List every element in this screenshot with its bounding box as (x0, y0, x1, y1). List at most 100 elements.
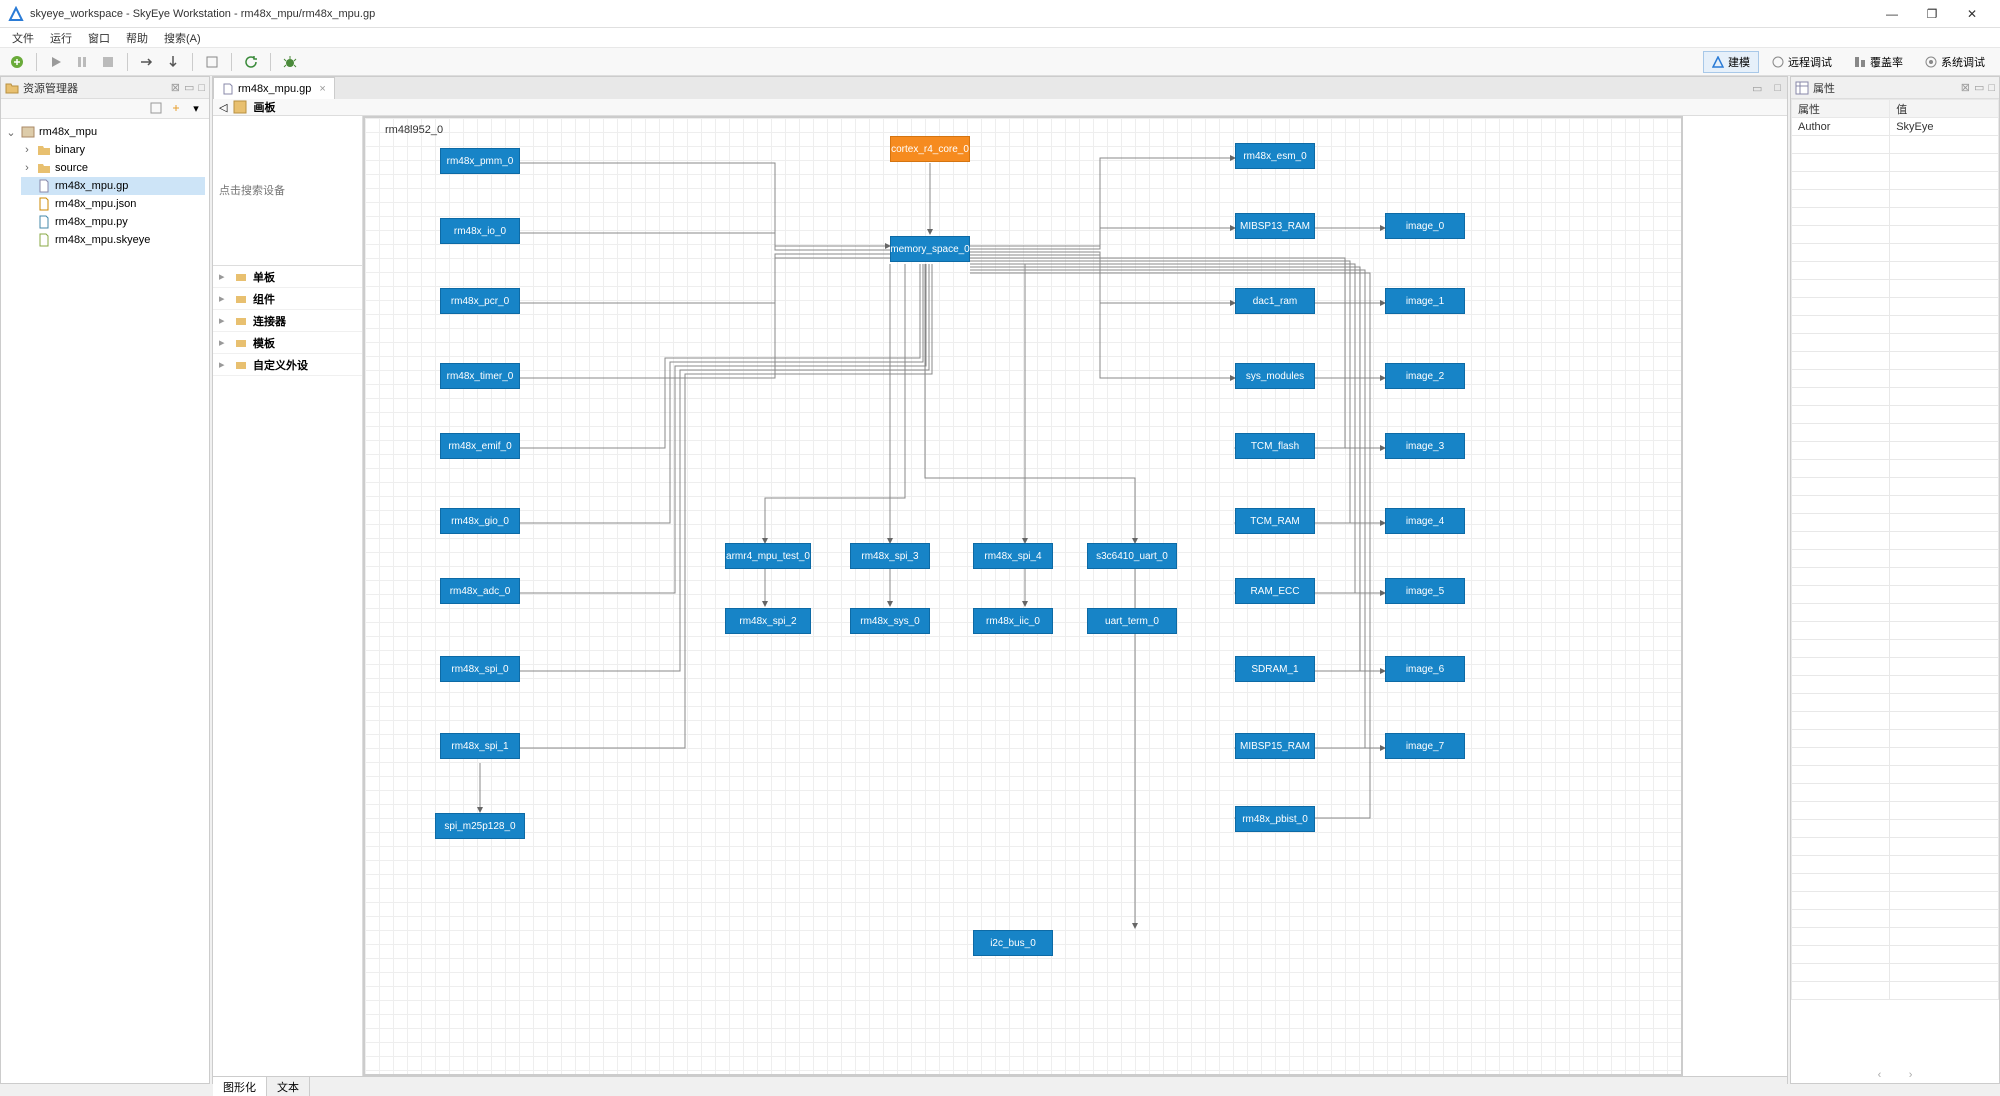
canvas-tool-icon[interactable] (233, 100, 247, 114)
palette-template[interactable]: ▸模板 (213, 332, 362, 354)
tree-file-skyeye[interactable]: rm48x_mpu.skyeye (21, 231, 205, 249)
node-emif[interactable]: rm48x_emif_0 (440, 433, 520, 459)
property-row[interactable]: AuthorSkyEye (1792, 118, 1999, 136)
link-editor-icon[interactable] (167, 99, 185, 117)
node-img4[interactable]: image_4 (1385, 508, 1465, 534)
tree-root[interactable]: ⌄ rm48x_mpu (5, 123, 205, 141)
node-tcmram[interactable]: TCM_RAM (1235, 508, 1315, 534)
editor-tab[interactable]: rm48x_mpu.gp × (213, 77, 335, 99)
close-panel-icon[interactable]: ⊠ (1961, 81, 1970, 94)
node-mibsp15[interactable]: MIBSP15_RAM (1235, 733, 1315, 759)
node-uart-term[interactable]: uart_term_0 (1087, 608, 1177, 634)
node-cortex[interactable]: cortex_r4_core_0 (890, 136, 970, 162)
node-pmm[interactable]: rm48x_pmm_0 (440, 148, 520, 174)
node-mputest[interactable]: armr4_mpu_test_0 (725, 543, 811, 569)
node-spi1[interactable]: rm48x_spi_1 (440, 733, 520, 759)
node-sdram[interactable]: SDRAM_1 (1235, 656, 1315, 682)
node-img5[interactable]: image_5 (1385, 578, 1465, 604)
device-search-input[interactable] (213, 116, 362, 266)
close-button[interactable]: ✕ (1952, 7, 1992, 21)
diagram-canvas[interactable]: rm48l952_0 (363, 116, 1683, 1076)
minimize-button[interactable]: — (1872, 7, 1912, 21)
collapse-all-icon[interactable] (147, 99, 165, 117)
node-memory[interactable]: memory_space_0 (890, 236, 970, 262)
node-spi3[interactable]: rm48x_spi_3 (850, 543, 930, 569)
node-img6[interactable]: image_6 (1385, 656, 1465, 682)
maximize-panel-icon[interactable]: □ (1988, 82, 1995, 94)
node-esm[interactable]: rm48x_esm_0 (1235, 143, 1315, 169)
minimize-panel-icon[interactable]: ▭ (184, 81, 194, 94)
node-adc[interactable]: rm48x_adc_0 (440, 578, 520, 604)
tree-folder-binary[interactable]: ›binary (21, 141, 205, 159)
palette-board[interactable]: ▸单板 (213, 266, 362, 288)
tab-graph[interactable]: 图形化 (213, 1077, 267, 1096)
perspective-model[interactable]: 建模 (1703, 51, 1759, 73)
step-into-button[interactable] (162, 51, 184, 73)
canvas-viewport[interactable]: rm48l952_0 (363, 116, 1787, 1076)
maximize-panel-icon[interactable]: □ (198, 82, 205, 94)
node-img0[interactable]: image_0 (1385, 213, 1465, 239)
close-tab-icon[interactable]: ⊠ (171, 81, 180, 94)
node-img7[interactable]: image_7 (1385, 733, 1465, 759)
project-tree: ⌄ rm48x_mpu ›binary ›source rm48x_mpu.gp… (1, 119, 209, 1083)
node-pcr[interactable]: rm48x_pcr_0 (440, 288, 520, 314)
tab-text[interactable]: 文本 (267, 1077, 310, 1096)
minimize-panel-icon[interactable]: ▭ (1974, 81, 1984, 94)
play-button[interactable] (45, 51, 67, 73)
node-gio[interactable]: rm48x_gio_0 (440, 508, 520, 534)
minimize-editor-icon[interactable]: ▭ (1746, 82, 1768, 95)
node-mibsp13[interactable]: MIBSP13_RAM (1235, 213, 1315, 239)
back-button[interactable]: ◁ (219, 101, 227, 114)
palette-connector[interactable]: ▸连接器 (213, 310, 362, 332)
node-uart[interactable]: s3c6410_uart_0 (1087, 543, 1177, 569)
node-sys[interactable]: rm48x_sys_0 (850, 608, 930, 634)
perspective-coverage[interactable]: 覆盖率 (1845, 51, 1912, 73)
node-dac1[interactable]: dac1_ram (1235, 288, 1315, 314)
close-tab-icon[interactable]: × (319, 83, 325, 95)
node-spi2[interactable]: rm48x_spi_2 (725, 608, 811, 634)
maximize-button[interactable]: ❐ (1912, 7, 1952, 21)
maximize-editor-icon[interactable]: □ (1768, 82, 1787, 94)
new-dropdown-button[interactable] (6, 51, 28, 73)
pause-button[interactable] (71, 51, 93, 73)
menu-search[interactable]: 搜索(A) (158, 28, 207, 47)
node-img3[interactable]: image_3 (1385, 433, 1465, 459)
titlebar: skyeye_workspace - SkyEye Workstation - … (0, 0, 2000, 28)
node-i2c-bus[interactable]: i2c_bus_0 (973, 930, 1053, 956)
main-toolbar: 建模 远程调试 覆盖率 系统调试 (0, 48, 2000, 76)
menu-file[interactable]: 文件 (6, 28, 40, 47)
node-pbist[interactable]: rm48x_pbist_0 (1235, 806, 1315, 832)
palette-component[interactable]: ▸组件 (213, 288, 362, 310)
palette: ▸单板 ▸组件 ▸连接器 ▸模板 ▸自定义外设 (213, 116, 363, 1076)
tree-folder-source[interactable]: ›source (21, 159, 205, 177)
step-over-button[interactable] (136, 51, 158, 73)
properties-table: 属性值 AuthorSkyEye (1791, 99, 1999, 1067)
menu-run[interactable]: 运行 (44, 28, 78, 47)
palette-custom[interactable]: ▸自定义外设 (213, 354, 362, 376)
view-menu-icon[interactable]: ▾ (187, 99, 205, 117)
node-sysmod[interactable]: sys_modules (1235, 363, 1315, 389)
menu-help[interactable]: 帮助 (120, 28, 154, 47)
tree-file-py[interactable]: rm48x_mpu.py (21, 213, 205, 231)
node-spi0[interactable]: rm48x_spi_0 (440, 656, 520, 682)
node-img2[interactable]: image_2 (1385, 363, 1465, 389)
refresh-dropdown-button[interactable] (240, 51, 262, 73)
menu-window[interactable]: 窗口 (82, 28, 116, 47)
node-iic[interactable]: rm48x_iic_0 (973, 608, 1053, 634)
tree-file-gp[interactable]: rm48x_mpu.gp (21, 177, 205, 195)
node-timer[interactable]: rm48x_timer_0 (440, 363, 520, 389)
tree-file-json[interactable]: rm48x_mpu.json (21, 195, 205, 213)
folder-icon (37, 143, 51, 157)
node-m25[interactable]: spi_m25p128_0 (435, 813, 525, 839)
scroll-hint[interactable]: ‹ › (1791, 1067, 1999, 1083)
bug-dropdown-button[interactable] (279, 51, 301, 73)
node-img1[interactable]: image_1 (1385, 288, 1465, 314)
node-ramecc[interactable]: RAM_ECC (1235, 578, 1315, 604)
perspective-remote-debug[interactable]: 远程调试 (1763, 51, 1841, 73)
stop-button[interactable] (97, 51, 119, 73)
node-tcmflash[interactable]: TCM_flash (1235, 433, 1315, 459)
perspective-sys-debug[interactable]: 系统调试 (1916, 51, 1994, 73)
tool-button-1[interactable] (201, 51, 223, 73)
node-spi4[interactable]: rm48x_spi_4 (973, 543, 1053, 569)
node-io[interactable]: rm48x_io_0 (440, 218, 520, 244)
